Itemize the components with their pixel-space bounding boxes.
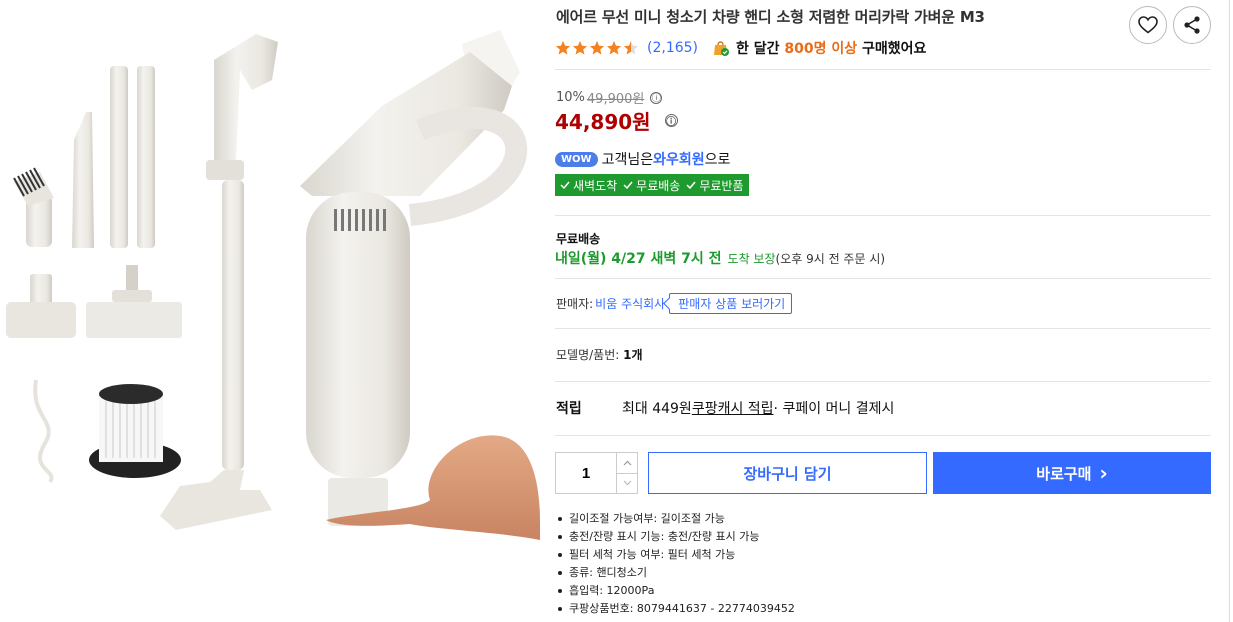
floor-head-small: [6, 274, 76, 338]
delivery-guarantee: 도착 보장: [727, 252, 776, 266]
divider: [555, 69, 1211, 70]
wishlist-button[interactable]: [1129, 6, 1167, 44]
quantity-down-button[interactable]: [617, 474, 637, 494]
original-price: 49,900원: [586, 92, 645, 107]
star-rating[interactable]: [555, 40, 639, 56]
action-icons: [1129, 6, 1211, 44]
buy-now-label: 바로구매: [1036, 464, 1092, 483]
spec-item: 필터 세척 가능 여부: 필터 세척 가능: [556, 546, 795, 564]
delivery-date-row: 내일(월) 4/27 새벽 7시 전 도착 보장 (오후 9시 전 주문 시): [555, 248, 885, 268]
quantity-arrows: [616, 453, 637, 493]
benefit-item: 새벽도착: [560, 177, 617, 194]
chevron-down-icon: [623, 480, 631, 486]
spec-item: 길이조절 가능여부: 길이조절 가능: [556, 510, 795, 528]
star-icon: [590, 41, 604, 55]
product-image[interactable]: [0, 0, 540, 622]
sale-price-row: 44,890원 ⓘ: [555, 106, 678, 135]
seller-name-link[interactable]: 비움 주식회사: [595, 295, 665, 312]
buy-now-button[interactable]: 바로구매 ›: [933, 452, 1211, 494]
quantity-stepper: [555, 452, 638, 494]
star-icon: [573, 41, 587, 55]
model-value: 1개: [623, 348, 643, 362]
floor-head-brush: [86, 265, 182, 338]
spec-item: 쿠팡상품번호: 8079441637 - 22774039452: [556, 600, 795, 618]
scrollbar-track: [1229, 0, 1230, 622]
shipping-title: 무료배송: [556, 232, 601, 246]
wow-badge: WOW: [555, 151, 598, 167]
wow-member-row: WOW 고객님은 와우회원 으로: [555, 149, 730, 169]
seller-row: 판매자: 비움 주식회사 판매자 상품 보러가기: [556, 293, 793, 314]
delivery-note: (오후 9시 전 주문 시): [775, 252, 886, 266]
sale-price: 44,890원: [555, 110, 651, 134]
info-icon[interactable]: ⓘ: [664, 114, 678, 128]
divider: [555, 278, 1211, 279]
wow-benefits-badge: 새벽도착 무료배송 무료반품: [555, 174, 749, 196]
spec-item: 충전/잔량 표시 기능: 충전/잔량 표시 가능: [556, 528, 795, 546]
extension-tube: [110, 66, 128, 248]
product-info-panel: 에어르 무선 미니 청소기 차량 핸디 소형 저렴한 머리카락 가벼운 M3 (…: [555, 0, 1211, 622]
divider: [555, 435, 1211, 436]
star-icon: [624, 41, 638, 55]
quantity-up-button[interactable]: [617, 453, 637, 474]
chevron-up-icon: [623, 460, 631, 466]
add-to-cart-button[interactable]: 장바구니 담기: [648, 452, 927, 494]
spec-list: 길이조절 가능여부: 길이조절 가능 충전/잔량 표시 기능: 충전/잔량 표시…: [556, 510, 795, 618]
share-button[interactable]: [1173, 6, 1211, 44]
spec-item: 흡입력: 12000Pa: [556, 582, 795, 600]
benefit-item: 무료배송: [623, 177, 680, 194]
star-icon: [607, 41, 621, 55]
coupang-cash-link[interactable]: 쿠팡캐시 적립: [692, 398, 774, 418]
check-icon: [623, 181, 633, 189]
seller-products-button[interactable]: 판매자 상품 보러가기: [669, 293, 793, 314]
extension-tube: [137, 66, 155, 248]
divider: [555, 215, 1211, 216]
benefit-item: 무료반품: [686, 177, 744, 194]
product-title: 에어르 무선 미니 청소기 차량 핸디 소형 저렴한 머리카락 가벼운 M3: [556, 8, 985, 26]
check-icon: [686, 181, 696, 189]
check-icon: [560, 181, 570, 189]
purchase-count-text: 한 달간 800명 이상 구매했어요: [736, 41, 927, 57]
discount-rate: 10%: [556, 90, 585, 105]
vacuum-illustration: [6, 30, 540, 540]
wow-member-label: 와우회원: [653, 152, 705, 168]
brush-attachment: [13, 167, 54, 247]
divider: [555, 328, 1211, 329]
purchase-count-highlight: 800명 이상: [784, 41, 858, 57]
crevice-tool: [72, 112, 94, 248]
share-icon: [1184, 16, 1200, 34]
points-label: 적립: [556, 401, 582, 417]
hepa-filter: [89, 384, 181, 478]
original-price-row: 10% 49,900원 ⓘ: [556, 88, 663, 107]
delivery-date: 내일(월) 4/27 새벽 7시 전: [555, 251, 722, 267]
chevron-right-icon: ›: [1099, 461, 1108, 485]
divider: [555, 381, 1211, 382]
model-row: 모델명/품번: 1개: [556, 348, 643, 362]
rating-row: (2,165) 한 달간 800명 이상 구매했어요: [555, 38, 926, 58]
quantity-input[interactable]: [556, 453, 616, 493]
heart-icon: [1138, 16, 1158, 34]
review-count-link[interactable]: (2,165): [647, 40, 698, 56]
spec-item: 종류: 핸디청소기: [556, 564, 795, 582]
star-icon: [556, 41, 570, 55]
info-icon[interactable]: ⓘ: [650, 91, 663, 104]
charging-cable: [33, 379, 54, 484]
points-row: 적립 최대 449원 쿠팡캐시 적립 · 쿠페이 머니 결제시: [556, 398, 894, 418]
shopping-bag-icon: [714, 41, 730, 56]
